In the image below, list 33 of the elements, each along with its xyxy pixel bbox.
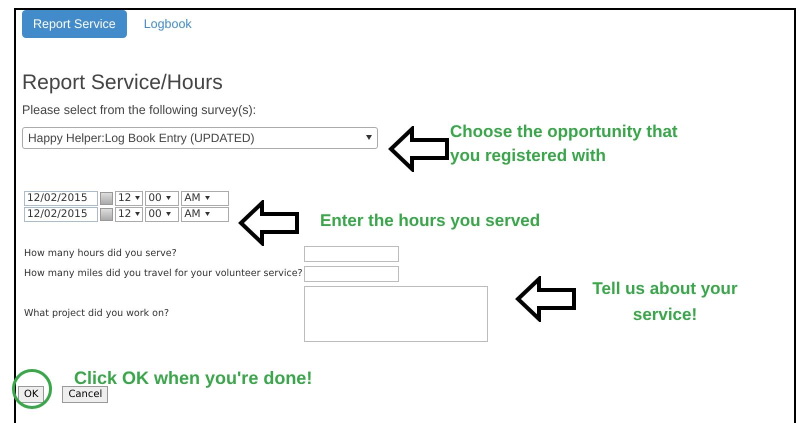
callout-text: Enter the hours you served bbox=[320, 210, 540, 232]
page-heading: Report Service/Hours bbox=[22, 70, 223, 96]
form-button[interactable]: Cancel bbox=[62, 386, 108, 403]
question-label: What project did you work on? bbox=[24, 306, 170, 321]
period-select[interactable]: AM bbox=[181, 190, 230, 206]
answer-field[interactable] bbox=[304, 266, 399, 282]
callout-text: Choose the opportunity that you registered with bbox=[450, 121, 679, 167]
form-button[interactable]: OK bbox=[18, 386, 44, 403]
question-label: How many miles did you travel for your volunteer service? bbox=[24, 266, 304, 281]
hour-select[interactable]: 12 bbox=[115, 190, 144, 206]
tab[interactable]: Report Service bbox=[22, 10, 127, 38]
period-select[interactable]: AM bbox=[181, 206, 230, 222]
calendar-icon[interactable] bbox=[100, 208, 113, 221]
caret-icon bbox=[204, 212, 210, 216]
caret-icon bbox=[366, 135, 372, 140]
answer-field[interactable] bbox=[304, 246, 399, 262]
caret-icon bbox=[135, 212, 140, 216]
survey-prompt: Please select from the following survey(s): bbox=[22, 102, 256, 119]
caret-icon bbox=[166, 212, 171, 216]
tab[interactable]: Logbook bbox=[132, 10, 203, 38]
callout-text: Tell us about your service! bbox=[591, 278, 739, 326]
calendar-icon[interactable] bbox=[100, 192, 113, 205]
answer-textarea[interactable] bbox=[304, 286, 488, 342]
date-field[interactable]: 12/02/2015 bbox=[24, 190, 98, 206]
hour-select[interactable]: 12 bbox=[115, 206, 144, 222]
caret-icon bbox=[204, 196, 210, 200]
caret-icon bbox=[166, 196, 171, 200]
survey-select[interactable]: Happy Helper:Log Book Entry (UPDATED) bbox=[22, 126, 378, 149]
caret-icon bbox=[135, 196, 140, 200]
minute-select[interactable]: 00 bbox=[145, 190, 180, 206]
minute-select[interactable]: 00 bbox=[145, 206, 180, 222]
date-field[interactable]: 12/02/2015 bbox=[24, 206, 98, 222]
question-label: How many hours did you serve? bbox=[24, 246, 178, 261]
